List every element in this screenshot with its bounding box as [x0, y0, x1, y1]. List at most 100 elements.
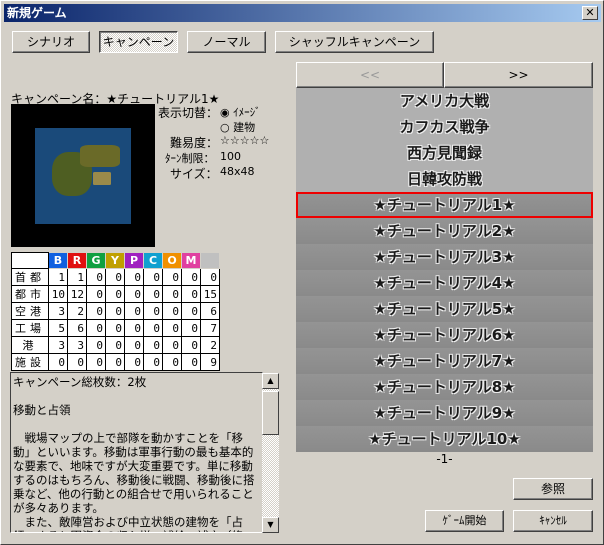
prev-page-button[interactable]: << — [296, 62, 444, 88]
cell-value: 1 — [67, 268, 87, 286]
mode-normal-button[interactable]: ノーマル — [187, 31, 266, 53]
next-page-button[interactable]: >> — [444, 62, 593, 88]
cell-value: 0 — [143, 353, 163, 371]
cell-value: 0 — [86, 319, 106, 337]
row-label: 港 — [11, 336, 49, 354]
campaign-list-item[interactable]: 西方見聞録 — [296, 140, 593, 166]
campaign-list-item[interactable]: ★チュートリアル1★ — [296, 192, 593, 218]
cell-value: 0 — [181, 353, 201, 371]
difficulty-stars: ☆☆☆☆☆ — [220, 134, 270, 147]
cell-value: 0 — [105, 319, 125, 337]
campaign-list[interactable]: アメリカ大戦 カフカス戦争 西方見聞録 日韓攻防戦 ★チュートリアル1★ ★チュートリアル… — [296, 88, 593, 452]
cell-value: 0 — [67, 353, 87, 371]
campaign-list-item[interactable]: ★チュートリアル10★ — [296, 426, 593, 452]
cell-value: 1 — [48, 268, 68, 286]
cancel-button[interactable]: ｷｬﾝｾﾙ — [513, 510, 593, 532]
campaign-list-item[interactable]: 日韓攻防戦 — [296, 166, 593, 192]
campaign-list-item[interactable]: アメリカ大戦 — [296, 88, 593, 114]
cell-value: 0 — [162, 285, 182, 303]
title-bar: 新規ゲーム ✕ — [4, 4, 601, 22]
cell-value: 0 — [181, 336, 201, 354]
display-image-radio[interactable]: ◉ ｲﾒｰｼﾞ — [220, 104, 261, 120]
cell-value: 12 — [67, 285, 87, 303]
campaign-list-item[interactable]: ★チュートリアル6★ — [296, 322, 593, 348]
row-label: 工場 — [11, 319, 49, 337]
team-header: Y — [105, 252, 125, 269]
cell-value: 7 — [200, 319, 220, 337]
cell-value: 0 — [124, 353, 144, 371]
cell-value: 0 — [162, 336, 182, 354]
cell-value: 6 — [67, 319, 87, 337]
scroll-up-icon[interactable]: ▲ — [262, 373, 279, 389]
cell-value: 0 — [105, 285, 125, 303]
table-corner — [11, 252, 49, 269]
cell-value: 0 — [124, 319, 144, 337]
mode-campaign-button[interactable]: キャンペーン — [99, 31, 178, 53]
team-header: G — [86, 252, 106, 269]
campaign-list-item[interactable]: ★チュートリアル3★ — [296, 244, 593, 270]
cell-value: 3 — [67, 336, 87, 354]
scroll-down-icon[interactable]: ▼ — [262, 517, 279, 533]
browse-button[interactable]: 参照 — [513, 478, 593, 500]
team-header: C — [143, 252, 163, 269]
team-header: M — [181, 252, 201, 269]
difficulty-label: 難易度： — [170, 136, 219, 150]
display-buildings-radio[interactable]: ○ 建物 — [220, 119, 255, 135]
team-header: P — [124, 252, 144, 269]
campaign-list-item[interactable]: ★チュートリアル9★ — [296, 400, 593, 426]
row-label: 空港 — [11, 302, 49, 320]
cell-value: 0 — [162, 319, 182, 337]
cell-value: 2 — [200, 336, 220, 354]
turn-limit-value: 100 — [220, 150, 241, 163]
team-header: R — [67, 252, 87, 269]
mode-scenario-button[interactable]: シナリオ — [12, 31, 90, 53]
table-row: 空港 3 2 0 0 0 0 0 0 6 — [11, 302, 220, 320]
close-button[interactable]: ✕ — [582, 6, 598, 20]
cell-value: 0 — [105, 353, 125, 371]
cell-value: 3 — [48, 302, 68, 320]
row-label: 都市 — [11, 285, 49, 303]
cell-value: 0 — [143, 302, 163, 320]
cell-value: 0 — [124, 285, 144, 303]
campaign-list-item[interactable]: ★チュートリアル8★ — [296, 374, 593, 400]
cell-value: 10 — [48, 285, 68, 303]
cell-value: 0 — [86, 336, 106, 354]
description-scrollbar[interactable]: ▲ ▼ — [262, 373, 279, 533]
turn-limit-label: ﾀｰﾝ制限： — [165, 152, 215, 165]
campaign-list-item[interactable]: ★チュートリアル5★ — [296, 296, 593, 322]
building-stats-table: BRGYPCOM 首都 1 1 0 0 0 0 0 0 0 都市 10 12 0 0 0 0 0 0 15 空港 3 2 0 0… — [11, 252, 220, 371]
campaign-list-item[interactable]: ★チュートリアル4★ — [296, 270, 593, 296]
cell-value: 0 — [124, 268, 144, 286]
cell-value: 0 — [200, 268, 220, 286]
window-title: 新規ゲーム — [7, 6, 67, 20]
campaign-list-item[interactable]: ★チュートリアル2★ — [296, 218, 593, 244]
start-game-button[interactable]: ｹﾞｰﾑ開始 — [425, 510, 504, 532]
campaign-list-item[interactable]: カフカス戦争 — [296, 114, 593, 140]
table-row: 工場 5 6 0 0 0 0 0 0 7 — [11, 319, 220, 337]
table-row: 都市 10 12 0 0 0 0 0 0 15 — [11, 285, 220, 303]
row-label: 首都 — [11, 268, 49, 286]
cell-value: 0 — [181, 302, 201, 320]
mode-shuffle-campaign-button[interactable]: シャッフルキャンペーン — [275, 31, 434, 53]
cell-value: 0 — [86, 268, 106, 286]
cell-value: 0 — [162, 302, 182, 320]
cell-value: 0 — [143, 285, 163, 303]
team-header — [200, 252, 220, 269]
row-label: 施設 — [11, 353, 49, 371]
cell-value: 15 — [200, 285, 220, 303]
campaign-list-item[interactable]: ★チュートリアル7★ — [296, 348, 593, 374]
scroll-thumb[interactable] — [262, 391, 279, 435]
table-row: 首都 1 1 0 0 0 0 0 0 0 — [11, 268, 220, 286]
team-header: B — [48, 252, 68, 269]
radio-label-buildings: 建物 — [233, 121, 256, 134]
cell-value: 0 — [162, 353, 182, 371]
cell-value: 0 — [143, 336, 163, 354]
cell-value: 0 — [48, 353, 68, 371]
cell-value: 6 — [200, 302, 220, 320]
cell-value: 0 — [105, 268, 125, 286]
cell-value: 0 — [162, 268, 182, 286]
cell-value: 5 — [48, 319, 68, 337]
cell-value: 0 — [86, 353, 106, 371]
cell-value: 0 — [143, 319, 163, 337]
size-value: 48x48 — [220, 165, 255, 178]
